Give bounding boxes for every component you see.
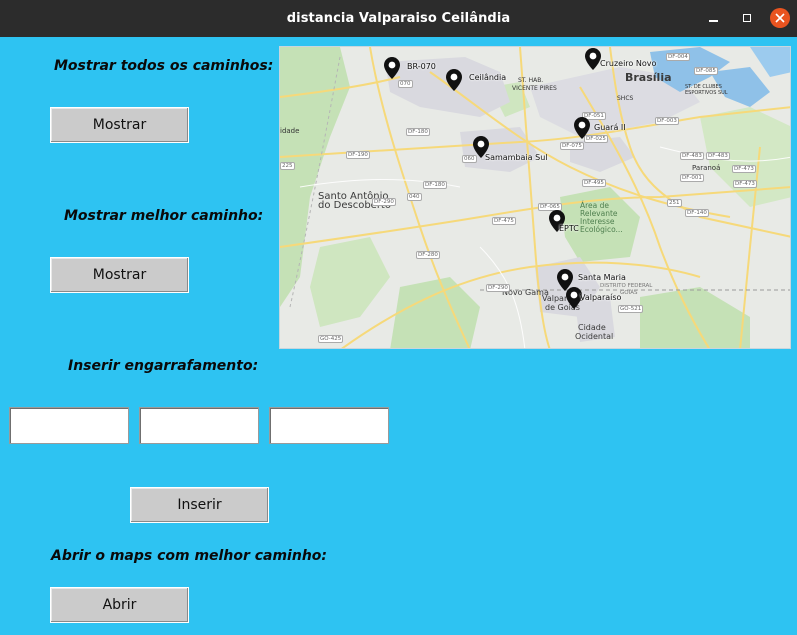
road-shield: DF-004 [666, 53, 690, 61]
goias-label: GOIÁS [620, 290, 638, 296]
cidade-ocidental-label-2: Ocidental [575, 332, 614, 341]
map-pin-icon [446, 69, 462, 91]
pin-label-eptc: EPTC [559, 224, 579, 233]
road-shield: DF-473 [732, 165, 756, 173]
map-pin-icon [585, 48, 601, 70]
road-shield: 040 [407, 193, 422, 201]
pin-label-br070: BR-070 [407, 62, 436, 71]
road-shield: DF-483 [706, 152, 730, 160]
setor-clubes-label-2: ESPORTIVOS SUL [685, 90, 728, 96]
traffic-input-2[interactable] [139, 407, 259, 444]
road-shield: 225 [280, 162, 295, 170]
pin-label-valparaiso: Valparaíso [580, 293, 622, 302]
road-shield: DF-085 [694, 67, 718, 75]
paranoa-label: Paranoá [692, 164, 721, 172]
road-shield: GO-521 [618, 305, 644, 313]
all-paths-label: Mostrar todos os caminhos: [54, 58, 274, 74]
road-shield: DF-140 [685, 209, 709, 217]
window-title: distancia Valparaiso Ceilândia [286, 11, 511, 26]
road-shield: DF-003 [655, 117, 679, 125]
traffic-input-3[interactable] [269, 407, 389, 444]
insert-traffic-button[interactable]: Inserir [130, 487, 269, 523]
close-icon [775, 13, 785, 23]
brasilia-label: Brasília [625, 71, 672, 84]
st-hab-label: ST. HAB. [518, 77, 544, 84]
traffic-input-1[interactable] [9, 407, 129, 444]
cidade-ocidental-label-1: Cidade [578, 323, 606, 332]
open-maps-button[interactable]: Abrir [50, 587, 189, 623]
road-shield: DF-001 [680, 174, 704, 182]
road-shield: DF-180 [406, 128, 430, 136]
route-map: Brasília ST. HAB. VICENTE PIRES Santo An… [279, 46, 791, 349]
road-shield: DF-290 [372, 198, 396, 206]
map-pin-icon [574, 117, 590, 139]
map-pin-icon [384, 57, 400, 79]
minimize-icon [708, 20, 718, 22]
road-shield: 251 [667, 199, 682, 207]
road-shield: DF-475 [492, 217, 516, 225]
road-shield: DF-290 [486, 284, 510, 292]
pin-label-santa-maria: Santa Maria [578, 273, 626, 282]
close-button[interactable] [770, 8, 790, 28]
road-shield: DF-075 [560, 142, 584, 150]
best-path-label: Mostrar melhor caminho: [64, 208, 264, 224]
open-maps-label: Abrir o maps com melhor caminho: [51, 548, 328, 564]
cidade-left-label: idade [280, 127, 300, 135]
road-shield: DF-280 [416, 251, 440, 259]
road-shield: 070 [398, 80, 413, 88]
road-shield: DF-473 [733, 180, 757, 188]
maximize-icon [743, 14, 751, 22]
pin-label-cruzeiro-novo: Cruzeiro Novo [600, 59, 657, 68]
minimize-button[interactable] [703, 8, 723, 28]
shcs-label: SHCS [617, 95, 634, 102]
area-relevante-4: Ecológico... [580, 225, 623, 234]
pin-label-guara: Guará II [594, 123, 626, 132]
title-bar: distancia Valparaiso Ceilândia [0, 0, 797, 37]
show-best-path-button[interactable]: Mostrar [50, 257, 189, 293]
road-shield: DF-483 [680, 152, 704, 160]
distrito-federal-label: DISTRITO FEDERAL [600, 283, 653, 289]
vicente-pires-label: VICENTE PIRES [512, 85, 557, 92]
pin-label-samambaia: Samambaia Sul [485, 153, 548, 162]
road-shield: DF-495 [582, 179, 606, 187]
road-shield: GO-425 [318, 335, 344, 343]
maximize-button[interactable] [737, 8, 757, 28]
show-all-paths-button[interactable]: Mostrar [50, 107, 189, 143]
road-shield: DF-180 [423, 181, 447, 189]
road-shield: DF-190 [346, 151, 370, 159]
traffic-label: Inserir engarrafamento: [68, 358, 259, 374]
pin-label-ceilandia: Ceilândia [469, 73, 507, 82]
